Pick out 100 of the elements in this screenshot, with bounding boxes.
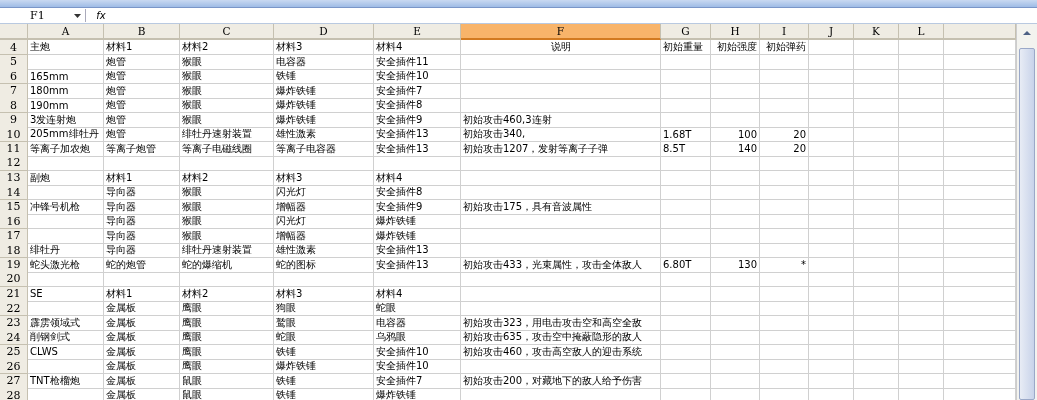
column-header[interactable]: A — [28, 24, 104, 40]
empty-cell — [711, 359, 760, 374]
empty-cell — [661, 330, 711, 345]
empty-cell — [760, 83, 809, 99]
row-header[interactable]: 14 — [0, 185, 28, 200]
empty-cell — [809, 98, 854, 113]
table-cell: 材料3 — [274, 286, 374, 302]
row-header[interactable]: 8 — [0, 98, 28, 113]
empty-cell — [854, 315, 899, 331]
empty-cell — [809, 69, 854, 84]
table-cell: 冲锋号机枪 — [28, 199, 104, 215]
empty-cell — [760, 315, 809, 331]
table-cell: 安全插件13 — [374, 243, 461, 258]
row-header[interactable]: 24 — [0, 330, 28, 345]
empty-cell — [899, 141, 944, 157]
table-cell: 初始攻击340, — [461, 127, 661, 142]
column-header[interactable]: I — [760, 24, 809, 40]
empty-cell — [809, 199, 854, 215]
empty-cell — [899, 359, 944, 374]
column-header[interactable]: J — [809, 24, 854, 40]
empty-cell — [760, 185, 809, 200]
empty-cell — [854, 112, 899, 128]
empty-cell — [854, 199, 899, 215]
table-cell: 鹰眼 — [180, 315, 274, 331]
table-cell: * — [760, 257, 809, 273]
empty-cell — [809, 373, 854, 389]
table-cell: 爆炸铁锤 — [374, 214, 461, 229]
empty-cell — [661, 69, 711, 84]
column-header[interactable]: E — [374, 24, 461, 40]
empty-cell — [711, 243, 760, 258]
table-cell: 金属板 — [104, 315, 180, 331]
row-header[interactable]: 28 — [0, 388, 28, 400]
scroll-thumb[interactable] — [1019, 48, 1035, 400]
row-header[interactable]: 16 — [0, 214, 28, 229]
table-cell: 安全插件11 — [374, 54, 461, 70]
table-cell: 金属板 — [104, 359, 180, 374]
column-header[interactable]: K — [854, 24, 899, 40]
row-header[interactable]: 18 — [0, 243, 28, 258]
column-header[interactable]: L — [899, 24, 944, 40]
table-cell: 材料4 — [374, 40, 461, 55]
empty-cell — [711, 112, 760, 128]
table-cell: 爆炸铁锤 — [274, 83, 374, 99]
empty-cell — [809, 83, 854, 99]
column-header[interactable]: D — [274, 24, 374, 40]
column-header[interactable]: C — [180, 24, 274, 40]
empty-cell — [854, 228, 899, 244]
empty-cell — [899, 315, 944, 331]
table-cell: 140 — [711, 141, 760, 157]
empty-cell — [711, 272, 760, 287]
empty-cell — [661, 228, 711, 244]
empty-cell — [711, 286, 760, 302]
empty-cell — [809, 170, 854, 186]
table-cell: 蛇的炮管 — [104, 257, 180, 273]
empty-cell — [854, 54, 899, 70]
empty-cell — [899, 344, 944, 360]
table-cell: 主炮 — [28, 40, 104, 55]
empty-cell — [760, 301, 809, 316]
empty-cell — [760, 214, 809, 229]
table-cell: 130 — [711, 257, 760, 273]
column-header[interactable]: H — [711, 24, 760, 40]
column-header[interactable]: G — [661, 24, 711, 40]
table-cell: 安全插件13 — [374, 127, 461, 142]
empty-cell — [854, 301, 899, 316]
empty-cell — [809, 40, 854, 55]
empty-cell — [899, 373, 944, 389]
table-cell: 安全插件13 — [374, 257, 461, 273]
empty-cell — [854, 170, 899, 186]
row-header[interactable]: 6 — [0, 69, 28, 84]
empty-cell — [760, 243, 809, 258]
row-header[interactable]: 12 — [0, 156, 28, 171]
column-header[interactable]: F — [461, 24, 661, 40]
table-cell: 猴眼 — [180, 69, 274, 84]
table-cell: 等离子电磁线圈 — [180, 141, 274, 157]
empty-cell — [711, 214, 760, 229]
table-cell: 说明 — [461, 40, 661, 55]
row-header[interactable]: 4 — [0, 40, 28, 55]
table-cell: 猴眼 — [180, 214, 274, 229]
empty-cell — [854, 359, 899, 374]
empty-cell — [661, 301, 711, 316]
table-cell: 材料1 — [104, 170, 180, 186]
table-cell: 增幅器 — [274, 199, 374, 215]
table-cell: 初始强度 — [711, 40, 760, 55]
table-cell: 金属板 — [104, 373, 180, 389]
empty-cell — [809, 214, 854, 229]
row-header[interactable]: 22 — [0, 301, 28, 316]
empty-cell — [854, 257, 899, 273]
row-header[interactable]: 26 — [0, 359, 28, 374]
vertical-scrollbar[interactable] — [1016, 24, 1037, 400]
table-cell: 炮管 — [104, 54, 180, 70]
table-cell: 猴眼 — [180, 98, 274, 113]
empty-cell — [760, 359, 809, 374]
row-header[interactable]: 10 — [0, 127, 28, 142]
column-header[interactable]: B — [104, 24, 180, 40]
row-header[interactable]: 20 — [0, 272, 28, 287]
table-cell: 雄性激素 — [274, 127, 374, 142]
empty-cell — [854, 373, 899, 389]
empty-cell — [711, 156, 760, 171]
table-cell: 鹰眼 — [180, 301, 274, 316]
select-all-corner[interactable] — [0, 24, 28, 40]
empty-cell — [809, 359, 854, 374]
